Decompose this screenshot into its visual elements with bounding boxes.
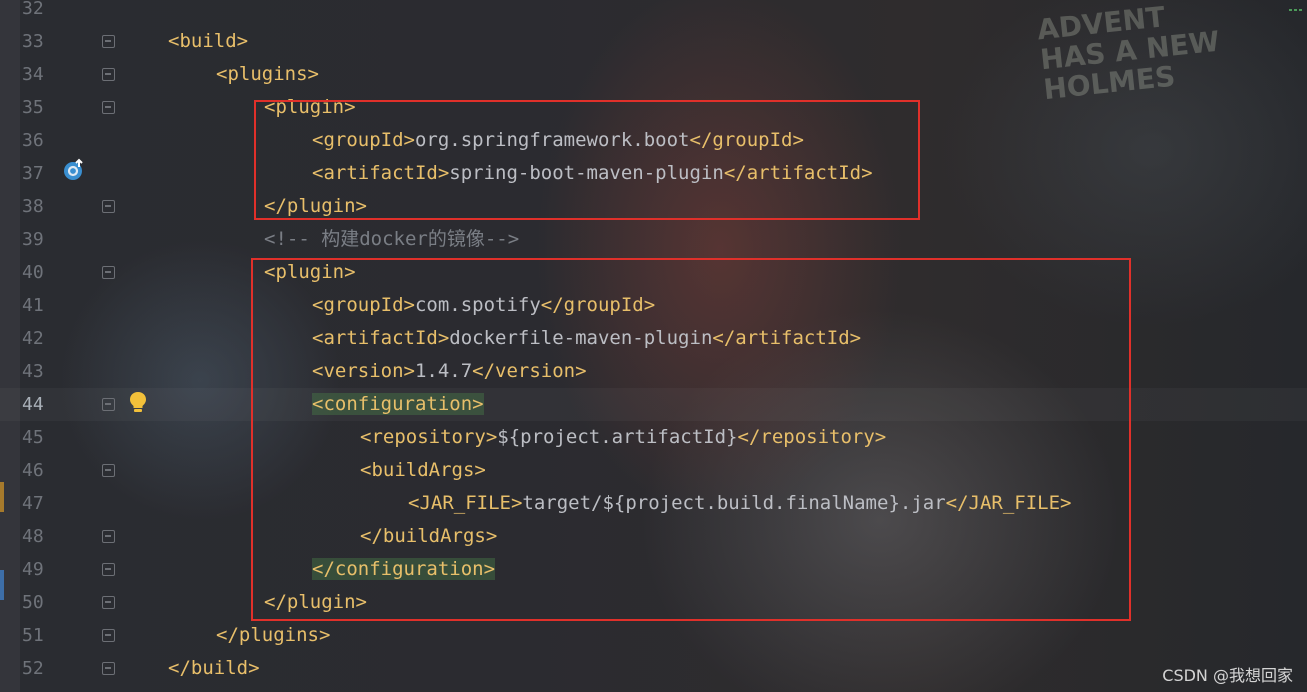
fold-toggle-icon[interactable]	[102, 35, 115, 48]
line-number[interactable]: 33	[22, 25, 52, 58]
code-text[interactable]: <!-- 构建docker的镜像-->	[264, 223, 519, 256]
highlight-box-dockerfile-plugin	[251, 258, 1131, 621]
code-text[interactable]: </plugins>	[216, 619, 330, 652]
fold-toggle-icon[interactable]	[102, 200, 115, 213]
fold-toggle-icon[interactable]	[102, 266, 115, 279]
fold-toggle-icon[interactable]	[102, 398, 115, 411]
code-line[interactable]: 52 </build>	[0, 652, 1307, 685]
line-number[interactable]: 41	[22, 289, 52, 322]
line-number[interactable]: 47	[22, 487, 52, 520]
xml-tag: </plugins>	[216, 624, 331, 646]
code-comment: <!-- 构建docker的镜像-->	[264, 228, 520, 250]
fold-toggle-icon[interactable]	[102, 596, 115, 609]
line-number[interactable]: 51	[22, 619, 52, 652]
xml-tag: <build>	[168, 30, 249, 52]
scrollbar-marker[interactable]	[1287, 0, 1303, 11]
line-number[interactable]: 46	[22, 454, 52, 487]
fold-toggle-icon[interactable]	[102, 464, 115, 477]
csdn-watermark: CSDN @我想回家	[1162, 666, 1293, 685]
xml-tag: <plugins>	[216, 63, 319, 85]
code-line[interactable]: 34 <plugins>	[0, 58, 1307, 91]
fold-toggle-icon[interactable]	[102, 530, 115, 543]
line-number[interactable]: 45	[22, 421, 52, 454]
code-line[interactable]: 33 <build>	[0, 25, 1307, 58]
run-config-icon[interactable]	[62, 158, 86, 182]
code-text[interactable]: <build>	[168, 25, 248, 58]
fold-toggle-icon[interactable]	[102, 662, 115, 675]
line-number[interactable]: 35	[22, 91, 52, 124]
lightbulb-icon[interactable]	[128, 390, 148, 414]
line-number[interactable]: 32	[22, 0, 52, 25]
fold-toggle-icon[interactable]	[102, 563, 115, 576]
code-line[interactable]: 39 <!-- 构建docker的镜像-->	[0, 223, 1307, 256]
line-number[interactable]: 39	[22, 223, 52, 256]
line-number[interactable]: 36	[22, 124, 52, 157]
code-text[interactable]: </build>	[168, 652, 260, 685]
line-number[interactable]: 38	[22, 190, 52, 223]
line-number[interactable]: 37	[22, 157, 52, 190]
line-number[interactable]: 42	[22, 322, 52, 355]
line-number[interactable]: 52	[22, 652, 52, 685]
line-number[interactable]: 43	[22, 355, 52, 388]
code-line[interactable]: 51 </plugins>	[0, 619, 1307, 652]
highlight-box-spring-boot-plugin	[254, 100, 920, 220]
line-number[interactable]: 48	[22, 520, 52, 553]
line-number[interactable]: 34	[22, 58, 52, 91]
line-number[interactable]: 50	[22, 586, 52, 619]
code-line[interactable]: 32	[0, 0, 1307, 25]
line-number[interactable]: 44	[22, 388, 52, 421]
line-number[interactable]: 40	[22, 256, 52, 289]
fold-toggle-icon[interactable]	[102, 68, 115, 81]
code-text[interactable]: <plugins>	[216, 58, 319, 91]
fold-toggle-icon[interactable]	[102, 629, 115, 642]
line-number[interactable]: 49	[22, 553, 52, 586]
xml-tag: </build>	[168, 657, 260, 679]
fold-toggle-icon[interactable]	[102, 101, 115, 114]
